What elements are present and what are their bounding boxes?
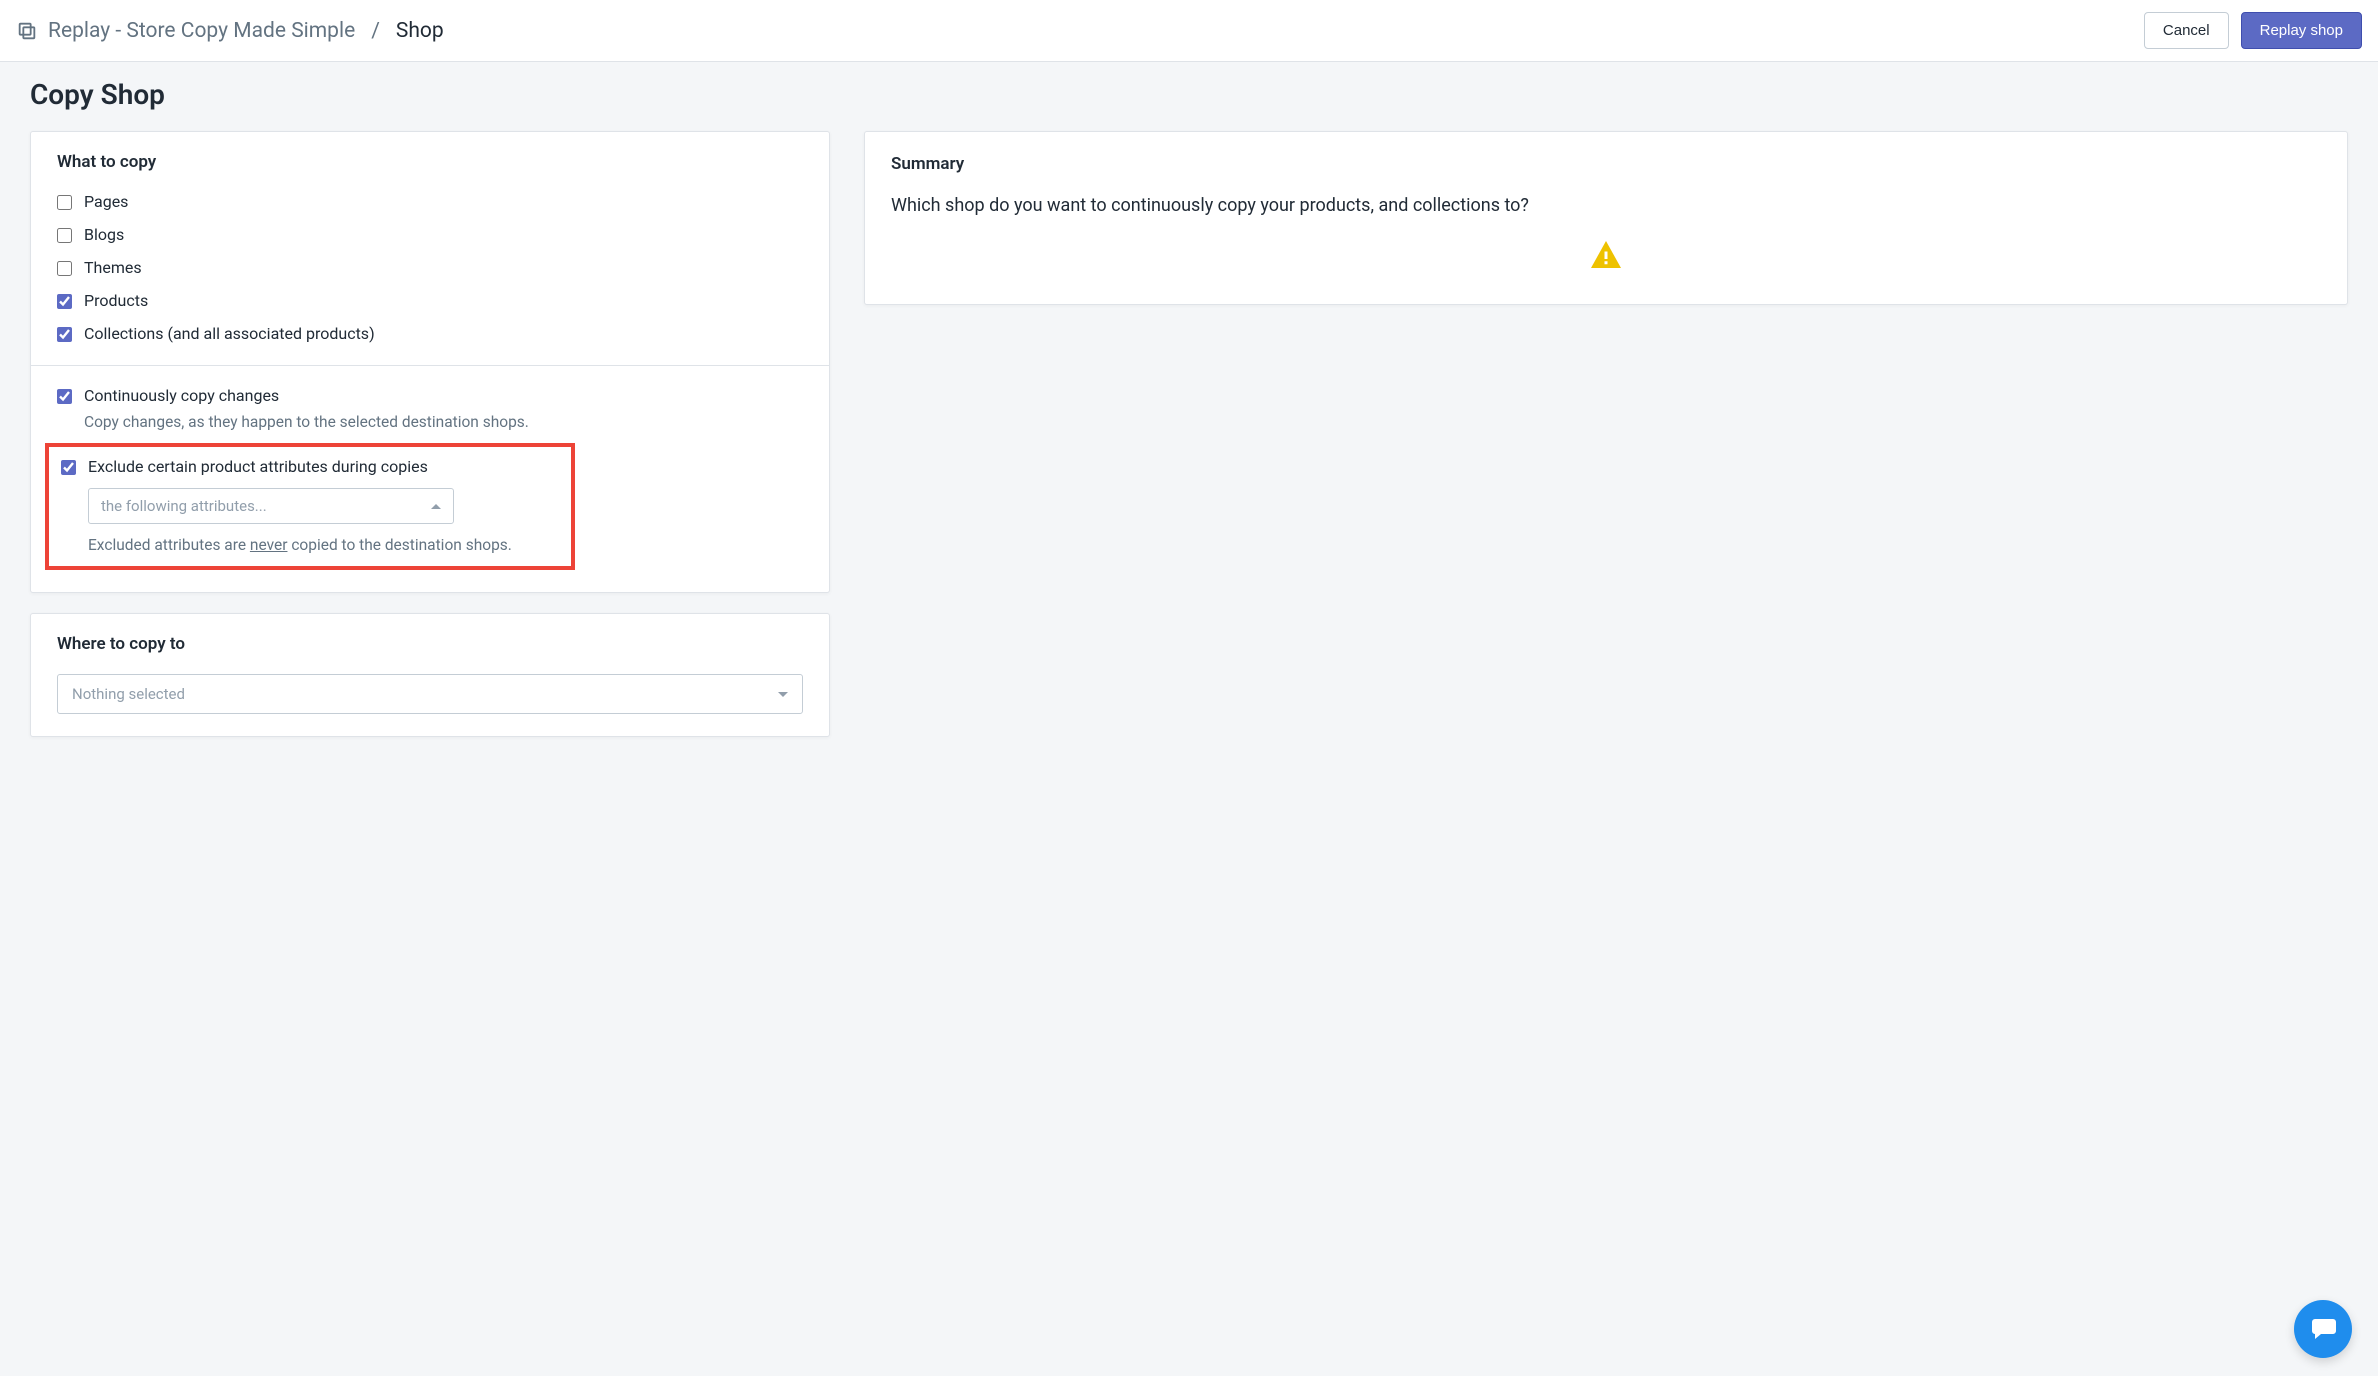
chat-icon [2307,1311,2339,1347]
page-header: Replay - Store Copy Made Simple / Shop C… [0,0,2378,62]
chat-launcher-button[interactable] [2294,1300,2352,1358]
caret-down-icon [778,692,788,697]
where-to-copy-heading: Where to copy to [57,634,803,654]
summary-heading: Summary [891,154,2321,174]
breadcrumb-current: Shop [396,19,444,43]
checkbox-blogs[interactable] [57,228,72,243]
what-to-copy-heading: What to copy [57,152,803,172]
header-actions: Cancel Replay shop [2144,12,2362,49]
checkbox-label-blogs: Blogs [84,225,124,244]
checkbox-row-exclude: Exclude certain product attributes durin… [61,457,563,476]
exclude-note-post: copied to the destination shops. [287,536,511,554]
checkbox-row-themes: Themes [57,258,803,277]
checkbox-themes[interactable] [57,261,72,276]
checkbox-label-continuous: Continuously copy changes [84,386,279,405]
warning-icon [1588,262,1624,278]
breadcrumb-separator: / [365,19,386,43]
destination-placeholder: Nothing selected [72,685,185,703]
where-to-copy-card: Where to copy to Nothing selected [30,613,830,737]
exclude-attributes-placeholder: the following attributes... [101,497,267,515]
checkbox-label-products: Products [84,291,148,310]
exclude-note-underline: never [250,536,288,554]
checkbox-row-blogs: Blogs [57,225,803,244]
exclude-attributes-select[interactable]: the following attributes... [88,488,454,524]
checkbox-row-continuous: Continuously copy changes [57,386,803,405]
breadcrumb: Replay - Store Copy Made Simple / Shop [16,19,444,43]
checkbox-label-pages: Pages [84,192,128,211]
checkbox-label-exclude: Exclude certain product attributes durin… [88,457,428,476]
checkbox-row-pages: Pages [57,192,803,211]
exclude-note-pre: Excluded attributes are [88,536,250,554]
replay-shop-button[interactable]: Replay shop [2241,12,2362,49]
page-body: Copy Shop What to copy Pages Blogs [0,62,2378,797]
cancel-button[interactable]: Cancel [2144,12,2229,49]
continuous-help-text: Copy changes, as they happen to the sele… [84,413,803,431]
checkbox-continuous[interactable] [57,389,72,404]
destination-select[interactable]: Nothing selected [57,674,803,714]
breadcrumb-app-name[interactable]: Replay - Store Copy Made Simple [48,19,355,43]
summary-card: Summary Which shop do you want to contin… [864,131,2348,305]
checkbox-row-collections: Collections (and all associated products… [57,324,803,343]
summary-text: Which shop do you want to continuously c… [891,192,2321,220]
what-to-copy-card: What to copy Pages Blogs Themes [30,131,830,593]
checkbox-collections[interactable] [57,327,72,342]
checkbox-label-collections: Collections (and all associated products… [84,324,375,343]
checkbox-exclude[interactable] [61,460,76,475]
exclude-note: Excluded attributes are never copied to … [88,536,563,554]
checkbox-label-themes: Themes [84,258,142,277]
app-icon [16,20,38,42]
warning-wrap [891,238,2321,278]
checkbox-products[interactable] [57,294,72,309]
checkbox-row-products: Products [57,291,803,310]
caret-up-icon [431,504,441,509]
exclude-highlight-box: Exclude certain product attributes durin… [45,443,575,570]
checkbox-pages[interactable] [57,195,72,210]
page-title: Copy Shop [30,78,2348,111]
